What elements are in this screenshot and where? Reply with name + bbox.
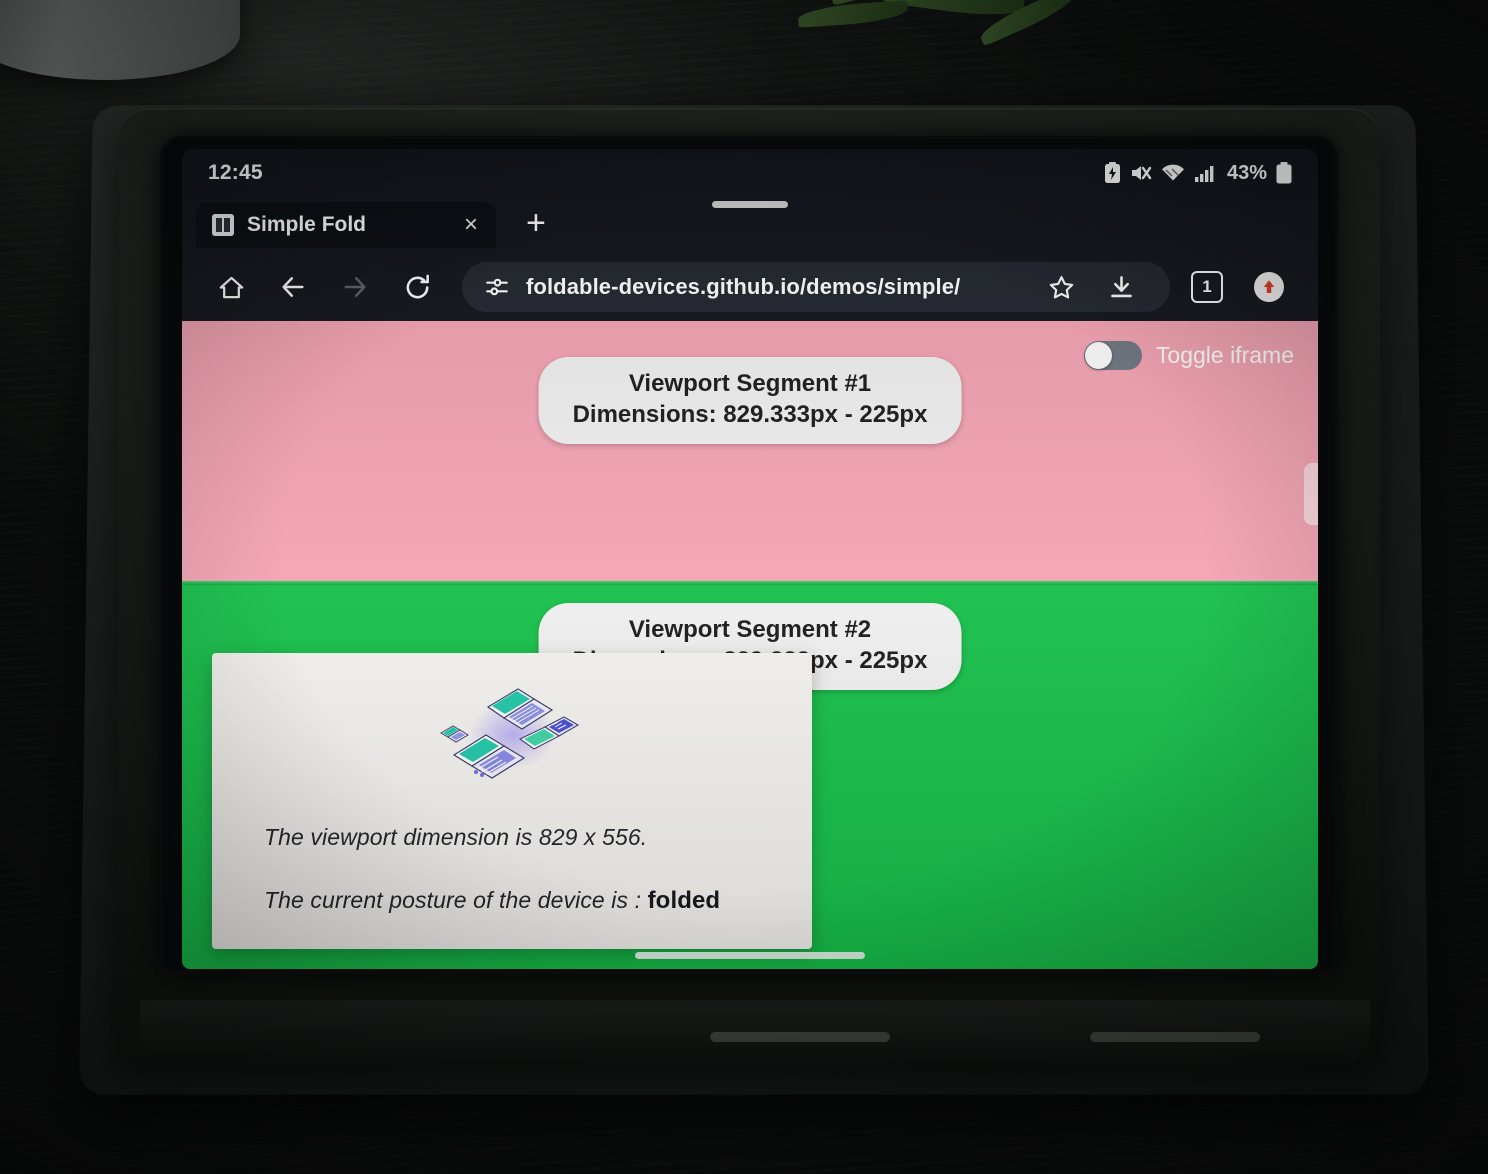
card-text-block: The viewport dimension is 829 x 556. The… [264,824,772,915]
android-status-bar: 12:45 43% [182,149,1318,197]
tab-strip-drag-handle[interactable] [712,201,788,208]
battery-saver-icon [1104,162,1121,184]
chassis-detail [1090,1032,1260,1042]
tab-title: Simple Fold [247,213,447,237]
profile-button[interactable] [1238,256,1300,318]
home-button[interactable] [200,256,262,318]
download-icon [1108,274,1135,301]
battery-percent-label: 43% [1227,162,1267,185]
leaf [797,0,908,28]
segment-1-label: Viewport Segment #1 Dimensions: 829.333p… [539,357,962,444]
page-edge-handle[interactable] [1304,463,1318,525]
back-arrow-icon [279,273,307,301]
download-button[interactable] [1094,264,1148,310]
avatar-glyph-icon [1260,278,1278,296]
browser-tab[interactable]: Simple Fold × [196,202,496,248]
cellular-signal-icon [1194,163,1216,183]
reload-button[interactable] [386,256,448,318]
viewport-segment-2: Viewport Segment #2 Dimensions: 829.333p… [182,581,1318,969]
plant-leaves [788,0,1108,90]
illustration-svg [412,673,612,793]
tab-switcher-button[interactable]: 1 [1176,256,1238,318]
posture-text: The current posture of the device is : f… [264,887,772,915]
simple-fold-favicon [212,214,234,236]
tune-icon[interactable] [484,274,510,300]
posture-lead-label: The current posture of the device is : [264,887,648,913]
status-clock: 12:45 [208,161,263,185]
screen-bezel: 12:45 43% Simple Fold × + foldable-devic… [160,136,1338,974]
web-page-content: Viewport Segment #1 Dimensions: 829.333p… [182,321,1318,969]
battery-icon [1276,162,1292,184]
profile-avatar-icon [1254,272,1284,302]
omnibox-trailing-icons [1034,264,1148,310]
forward-arrow-icon [341,273,369,301]
posture-value: folded [648,887,721,914]
segment-1-dimensions: Dimensions: 829.333px - 225px [573,399,928,430]
forward-button[interactable] [324,256,386,318]
device-screen: 12:45 43% Simple Fold × + foldable-devic… [182,149,1318,969]
chassis-detail [710,1032,890,1042]
toggle-iframe-label: Toggle iframe [1156,342,1294,369]
toggle-iframe-control[interactable]: Toggle iframe [1084,341,1294,370]
status-system-icons: 43% [1104,162,1292,185]
photo-scene: 12:45 43% Simple Fold × + foldable-devic… [0,0,1488,1174]
gesture-navigation-bar[interactable] [635,952,865,959]
viewport-segment-1: Viewport Segment #1 Dimensions: 829.333p… [182,321,1318,581]
segment-1-name: Viewport Segment #1 [573,369,928,399]
home-icon [218,274,245,301]
bookmark-button[interactable] [1034,264,1088,310]
omnibox[interactable]: foldable-devices.github.io/demos/simple/ [462,262,1170,312]
foldable-devices-illustration [412,673,612,793]
toggle-iframe-switch[interactable] [1084,341,1142,370]
mute-icon [1130,163,1152,183]
star-icon [1048,274,1075,301]
segment-2-name: Viewport Segment #2 [573,615,928,645]
url-text: foldable-devices.github.io/demos/simple/ [526,274,960,300]
coffee-mug [0,0,240,80]
browser-toolbar: foldable-devices.github.io/demos/simple/ [182,253,1318,321]
wifi-icon [1161,163,1185,183]
back-button[interactable] [262,256,324,318]
close-icon[interactable]: × [460,213,482,237]
viewport-dimension-text: The viewport dimension is 829 x 556. [264,824,772,851]
new-tab-button[interactable]: + [526,206,546,245]
reload-icon [403,273,432,302]
demo-info-card: The viewport dimension is 829 x 556. The… [212,653,812,949]
tab-count-badge: 1 [1191,271,1223,303]
toggle-knob [1085,342,1112,369]
